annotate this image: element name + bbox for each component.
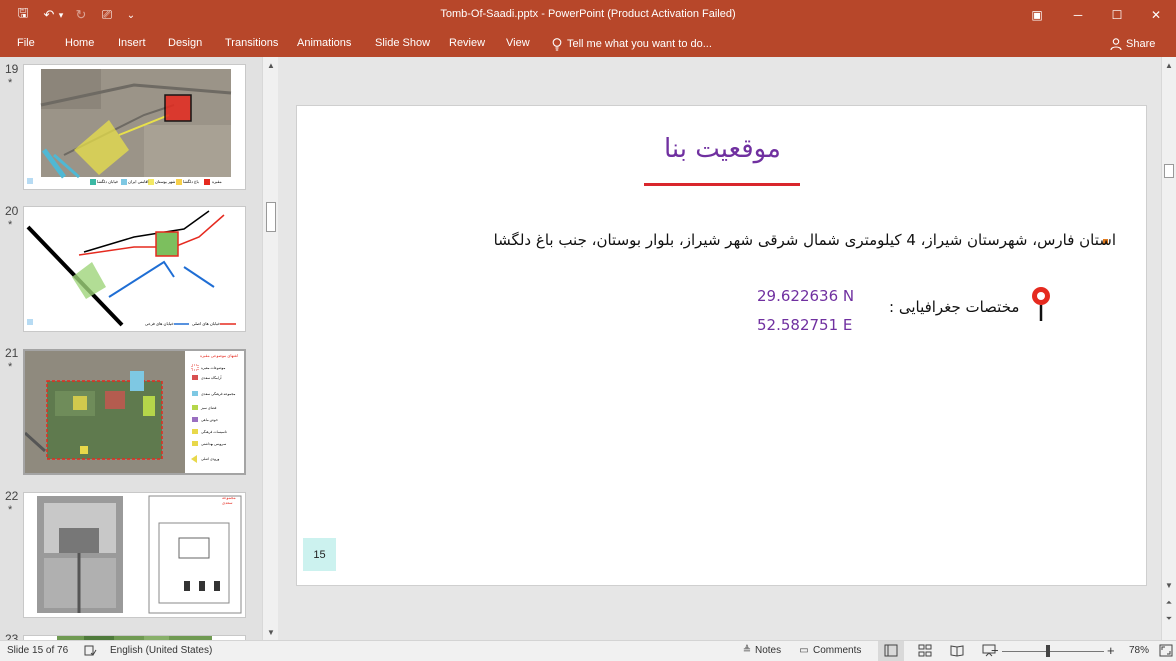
- notes-icon[interactable]: ≜: [740, 644, 754, 657]
- person-icon: [1110, 38, 1122, 50]
- scrollbar-thumb[interactable]: [266, 202, 276, 232]
- tab-animations[interactable]: Animations: [297, 37, 351, 49]
- slide-thumbnail-20[interactable]: خیابان های اصلی خیابان های فرعی: [23, 206, 246, 332]
- thumb19-legend-3: اقامتی ایران: [128, 179, 149, 184]
- tab-design[interactable]: Design: [168, 37, 202, 49]
- comments-button[interactable]: Comments: [813, 645, 861, 656]
- thumb19-legend-2: شهر بوستان: [155, 179, 176, 184]
- scroll-up-icon[interactable]: ▲: [265, 59, 277, 71]
- powerpoint-window: 🖫 ↶ ▾ ↻ ⎚ ⌄ Tomb-Of-Saadi.pptx - PowerPo…: [0, 0, 1176, 661]
- scrollbar-thumb[interactable]: [1164, 164, 1174, 178]
- slide-thumbnail-pane: 19 * مقبره باغ دلگشا شهر بوستان اقامتی ا…: [0, 57, 262, 640]
- thumb19-legend-0: مقبره: [212, 179, 222, 184]
- aerial-map-image: [27, 69, 232, 185]
- previous-slide-icon[interactable]: ⏶: [1163, 597, 1175, 609]
- coordinate-latitude[interactable]: 29.622636 N: [757, 287, 854, 305]
- next-slide-icon[interactable]: ⏷: [1163, 613, 1175, 625]
- scroll-down-icon[interactable]: ▼: [265, 626, 277, 638]
- slide-thumbnail-19[interactable]: مقبره باغ دلگشا شهر بوستان اقامتی ایران …: [23, 64, 246, 190]
- thumb21-legend-1: آرامگاه سعدی: [201, 376, 222, 380]
- tab-insert[interactable]: Insert: [118, 37, 146, 49]
- coordinates-label[interactable]: مختصات جغرافیایی :: [889, 298, 1019, 316]
- site-plan-drawing-image: [37, 495, 242, 614]
- close-button[interactable]: ✕: [1136, 0, 1176, 30]
- zoom-slider[interactable]: [1002, 651, 1104, 652]
- thumb21-legend-4: حوض ماهی: [201, 418, 218, 422]
- minimize-button[interactable]: ─: [1058, 0, 1098, 30]
- thumb-star-19: *: [8, 77, 13, 89]
- zoom-out-icon[interactable]: −: [991, 643, 999, 658]
- thumb21-legend-7: ورودی اصلی: [201, 457, 220, 461]
- current-slide[interactable]: موقعیت بنا استان فارس، شهرستان شیراز، 4 …: [296, 105, 1147, 586]
- slide-thumbnail-22[interactable]: مجموعه سعدی: [23, 492, 246, 618]
- thumb21-legend-2: مجموعه فرهنگی سعدی: [201, 392, 236, 396]
- thumb-star-20: *: [8, 219, 13, 231]
- document-title: Tomb-Of-Saadi.pptx - PowerPoint (Product…: [440, 8, 736, 20]
- tab-slide-show[interactable]: Slide Show: [375, 37, 430, 49]
- scroll-down-icon[interactable]: ▼: [1163, 579, 1175, 591]
- bullet-text[interactable]: استان فارس، شهرستان شیراز، 4 کیلومتری شم…: [494, 231, 1116, 249]
- ribbon-display-options-icon[interactable]: ▣: [1017, 0, 1057, 30]
- thumb-star-21: *: [8, 361, 13, 373]
- thumb-number-21: 21: [5, 346, 19, 360]
- tell-me-placeholder: Tell me what you want to do...: [567, 38, 712, 50]
- ribbon-tab-bar: File Home Insert Design Transitions Anim…: [0, 30, 1176, 57]
- tab-file[interactable]: File: [17, 37, 35, 49]
- comments-icon[interactable]: ▭: [797, 644, 811, 657]
- thumbnail-scrollbar[interactable]: ▲ ▼: [262, 57, 278, 640]
- thumb19-legend-1: باغ دلگشا: [183, 179, 199, 184]
- thumb-star-22: *: [8, 504, 13, 516]
- spell-check-icon[interactable]: [83, 644, 97, 657]
- coordinate-longitude[interactable]: 52.582751 E: [757, 316, 852, 334]
- street-diagram-image: [26, 210, 236, 327]
- tab-review[interactable]: Review: [449, 37, 485, 49]
- thumb19-legend-4: خیابان دلگشا: [97, 179, 119, 184]
- thumb-number-19: 19: [5, 62, 19, 76]
- scroll-up-icon[interactable]: ▲: [1163, 59, 1175, 71]
- reading-view-icon[interactable]: [950, 644, 964, 657]
- language-indicator[interactable]: English (United States): [110, 645, 212, 656]
- tab-home[interactable]: Home: [65, 37, 94, 49]
- normal-view-icon[interactable]: [884, 644, 898, 657]
- notes-button[interactable]: Notes: [755, 645, 781, 656]
- zoom-in-icon[interactable]: +: [1107, 643, 1115, 658]
- slide-title[interactable]: موقعیت بنا: [297, 134, 1148, 164]
- share-label: Share: [1126, 38, 1156, 50]
- status-bar: Slide 15 of 76 English (United States) ≜…: [0, 640, 1176, 661]
- thumb20-legend-0: خیابان های اصلی: [192, 321, 221, 326]
- thumb21-legend-6: سرویس بهداشتی: [201, 442, 227, 446]
- thumb21-legend-title: لغتهای موضوعی مقبره: [200, 353, 238, 358]
- thumb21-legend-0: موضوعات مقبره: [201, 366, 226, 370]
- slide-editor: موقعیت بنا استان فارس، شهرستان شیراز، 4 …: [279, 57, 1161, 640]
- thumb21-legend-5: تاسیسات فرهنگی: [201, 430, 227, 434]
- tab-view[interactable]: View: [506, 37, 530, 49]
- thumb-number-20: 20: [5, 204, 19, 218]
- lightbulb-icon: [552, 37, 562, 51]
- slide-number: 15: [313, 548, 326, 561]
- zoom-slider-thumb[interactable]: [1045, 645, 1050, 657]
- slide-sorter-icon[interactable]: [918, 644, 932, 657]
- thumb-number-23: 23: [5, 632, 19, 640]
- zoom-level[interactable]: 78%: [1129, 645, 1149, 656]
- tab-transitions[interactable]: Transitions: [225, 37, 278, 49]
- slide-counter: Slide 15 of 76: [7, 645, 69, 656]
- thumb20-legend-1: خیابان های فرعی: [145, 321, 174, 326]
- slide-number-box: 15: [303, 538, 336, 571]
- title-bar: 🖫 ↶ ▾ ↻ ⎚ ⌄ Tomb-Of-Saadi.pptx - PowerPo…: [0, 0, 1176, 30]
- maximize-button[interactable]: ☐: [1097, 0, 1137, 30]
- slide-thumbnail-21[interactable]: لغتهای موضوعی مقبره موضوعات مقبره آرامگا…: [23, 349, 246, 475]
- thumb22-caption: مجموعه سعدی: [222, 495, 236, 505]
- thumb21-legend-3: فضای سبز: [201, 406, 217, 410]
- editor-scrollbar[interactable]: ▲ ▼ ⏶ ⏷: [1161, 57, 1176, 640]
- title-underline: [644, 183, 800, 186]
- location-pin-icon: [1032, 287, 1050, 321]
- tell-me-search[interactable]: Tell me what you want to do...: [552, 34, 712, 54]
- fit-to-window-icon[interactable]: [1159, 644, 1173, 657]
- thumb-number-22: 22: [5, 489, 19, 503]
- share-button[interactable]: Share: [1110, 34, 1155, 54]
